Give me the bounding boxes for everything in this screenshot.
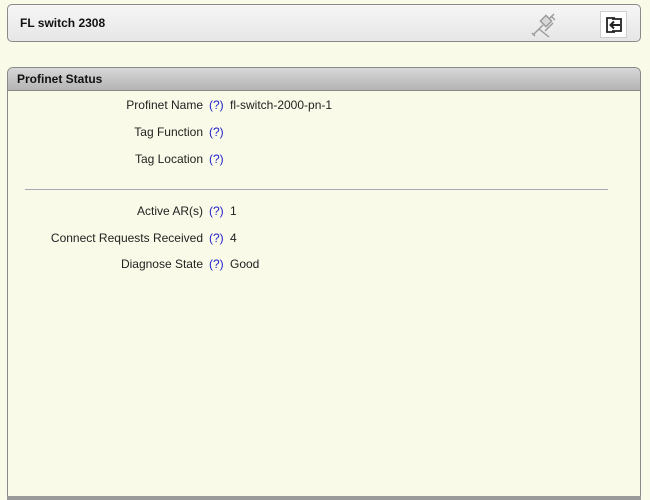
- row-active-ars: Active AR(s) (?) 1: [8, 204, 640, 220]
- value-active-ars: 1: [230, 204, 237, 218]
- label-active-ars: Active AR(s): [136, 204, 203, 218]
- help-link[interactable]: (?): [209, 98, 224, 112]
- panel-title: Profinet Status: [8, 68, 640, 91]
- device-title: FL switch 2308: [20, 16, 106, 30]
- logout-button[interactable]: [600, 11, 627, 38]
- label-profinet-name: Profinet Name: [126, 98, 203, 112]
- profinet-status-panel: Profinet Status Profinet Name (?) fl-swi…: [7, 67, 641, 500]
- section-divider: [25, 189, 608, 190]
- value-diagnose-state: Good: [230, 257, 260, 271]
- value-connect-requests: 4: [230, 231, 237, 245]
- row-tag-function: Tag Function (?): [8, 125, 640, 141]
- row-profinet-name: Profinet Name (?) fl-switch-2000-pn-1: [8, 98, 640, 114]
- label-connect-requests: Connect Requests Received: [50, 231, 203, 245]
- row-tag-location: Tag Location (?): [8, 152, 640, 168]
- help-link[interactable]: (?): [209, 152, 224, 166]
- help-link[interactable]: (?): [209, 204, 224, 218]
- logout-icon: [605, 16, 622, 33]
- row-diagnose-state: Diagnose State (?) Good: [8, 257, 640, 273]
- value-profinet-name: fl-switch-2000-pn-1: [230, 98, 333, 112]
- help-link[interactable]: (?): [209, 231, 224, 245]
- label-diagnose-state: Diagnose State: [120, 257, 203, 271]
- help-link[interactable]: (?): [209, 125, 224, 139]
- label-tag-function: Tag Function: [134, 125, 203, 139]
- row-connect-requests: Connect Requests Received (?) 4: [8, 231, 640, 247]
- top-header: FL switch 2308: [7, 4, 641, 42]
- bottom-border: [7, 496, 641, 500]
- help-link[interactable]: (?): [209, 257, 224, 271]
- label-tag-location: Tag Location: [134, 152, 203, 166]
- wrench-screwdriver-icon[interactable]: [529, 11, 557, 39]
